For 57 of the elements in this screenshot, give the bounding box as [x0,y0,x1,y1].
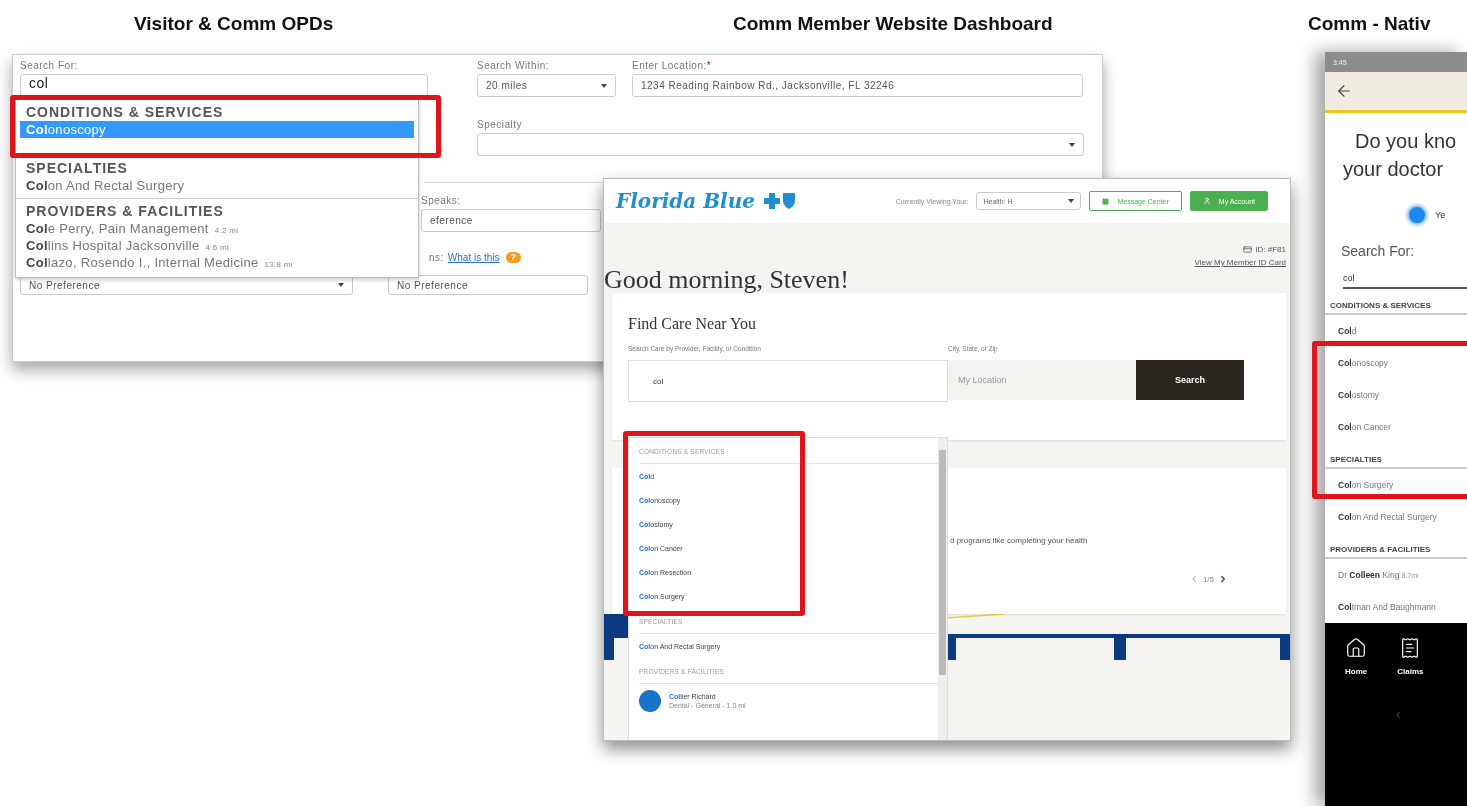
group-heading: CONDITIONS & SERVICES [25,103,225,121]
search-field[interactable]: col [628,360,948,402]
specialty-select[interactable] [477,133,1084,156]
slide-heading: Visitor & Comm OPDs [134,13,334,35]
field-label: ns: [429,252,444,263]
suggestion-item[interactable]: Collazo, Rosendo I., Internal Medicine 13.8 mi [20,254,414,271]
suggestion-item[interactable]: Colon And Rectal Surgery [1325,501,1467,533]
avatar [639,690,661,712]
search-field[interactable]: col [1343,273,1467,289]
home-icon [1345,637,1368,659]
field-label: Search Within: [477,60,551,71]
greeting: Good morning, Steven! [604,265,849,295]
radio-button[interactable] [1407,205,1427,225]
card-title: Find Care Near You [627,314,757,333]
back-icon[interactable] [1335,82,1353,100]
group-heading: PROVIDERS & FACILITIES [1325,533,1467,559]
next-icon[interactable] [1218,574,1228,584]
nav-tab[interactable]: Home [1345,637,1368,676]
suggestion-item[interactable]: Colon And Rectal Surgery [20,177,414,194]
cross-shield-icon [762,191,797,211]
distance-select[interactable]: 20 miles [477,74,616,97]
search-button[interactable]: Search [1136,360,1244,400]
suggestion-item[interactable]: Collins Hospital Jacksonville 4.6 mi [20,237,414,254]
scrollbar[interactable] [938,438,947,740]
suggestion-item[interactable]: Colostomy [1325,379,1467,411]
page-count: 1/5 [1202,574,1214,584]
logo: Florida Blue [616,189,755,213]
suggestion-item[interactable]: Colon Surgery [1325,469,1467,501]
suggestion-item[interactable]: Colonoscopy [1325,347,1467,379]
field-label: Search For: [20,60,79,71]
search-field[interactable]: col [20,74,428,97]
suggestion-item[interactable]: Cold [1325,315,1467,347]
card-icon [1243,245,1253,254]
nav-tab[interactable]: Claims [1397,637,1424,676]
suggestion-item[interactable]: Cole Perry, Pain Management 4.2 mi [20,220,414,237]
field-label: Search For: [1340,242,1416,259]
radio-label: Ye [1435,210,1446,220]
group-heading: CONDITIONS & SERVICES [1325,289,1467,315]
suggestion-item[interactable]: Coltman And Baughmann [1325,591,1467,623]
location-field[interactable]: 1234 Reading Rainbow Rd., Jacksonville, FL 32246 [632,74,1083,97]
field-label: Speaks: [421,195,462,206]
field-label: Enter Location:* [632,60,713,71]
promo-text: d programs like completing your health [950,536,1088,545]
id-card-link[interactable]: View My Member ID Card [1194,258,1286,267]
user-icon [1202,197,1211,205]
suggestion-item[interactable]: Colon Cancer [1325,411,1467,443]
group-heading: SPECIALTIES [25,159,129,177]
slide-heading: Comm Member Website Dashboard [733,13,1053,35]
member-id: ID: #F81 [1243,245,1286,254]
preference-select[interactable]: No Preference [388,275,588,295]
language-select[interactable]: eference [421,209,601,232]
slide-heading: Comm - Nativ [1308,13,1431,35]
help-link[interactable]: What is this [447,252,500,263]
group-heading: PROVIDERS & FACILITIES [25,202,225,220]
question-heading: Do you kno your doctor [1342,129,1458,182]
group-heading: SPECIALTIES [1325,443,1467,469]
field-label: Specialty [477,119,524,130]
